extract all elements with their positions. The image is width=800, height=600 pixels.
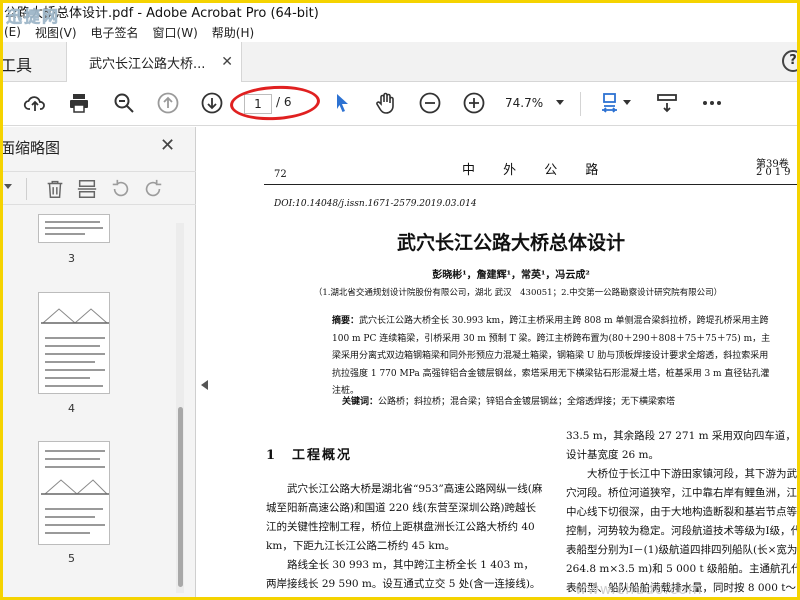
- pdf-page: 72 中 外 公 路 第39卷 2019 DOI:10.14048/j.issn…: [212, 127, 800, 600]
- thumbnail-label: 3: [68, 252, 75, 265]
- tab-tools[interactable]: 工具: [0, 52, 32, 76]
- page-fit-icon[interactable]: [598, 90, 624, 116]
- more-options-icon[interactable]: [699, 90, 725, 116]
- abstract-text: 武穴长江公路大桥全长 30.993 km，跨江主桥采用主跨 808 m 单侧混合…: [332, 316, 771, 396]
- scrollbar-thumb[interactable]: [178, 407, 183, 587]
- chevron-down-icon[interactable]: [556, 100, 564, 105]
- right-column: 33.5 m，其余路段 27 271 m 采用双向四车道，设计基宽度 26 m。…: [566, 427, 800, 600]
- previous-page-icon[interactable]: [155, 90, 181, 116]
- thumbnail-panel: 面缩略图 ✕ 3 4 5: [0, 127, 196, 600]
- rotate-left-icon[interactable]: [110, 178, 132, 200]
- panel-toolbar: [0, 171, 196, 205]
- cloud-upload-icon[interactable]: [22, 90, 48, 116]
- journal-name: 中 外 公 路: [462, 163, 611, 178]
- tab-bar: 工具 武穴长江公路大桥... ✕: [0, 42, 800, 82]
- document-view: 72 中 外 公 路 第39卷 2019 DOI:10.14048/j.issn…: [212, 127, 800, 600]
- title-bar: 公路大桥总体设计.pdf - Adobe Acrobat Pro (64-bit…: [0, 0, 800, 26]
- menu-help[interactable]: 帮助(H): [212, 24, 254, 41]
- select-cursor-icon[interactable]: [329, 90, 355, 116]
- chevron-down-icon[interactable]: [623, 100, 631, 105]
- paper-affiliation: （1.湖北省交通规划设计院股份有限公司，湖北 武汉 430051；2.中交第一公…: [313, 288, 723, 298]
- menu-bar: (E) 视图(V) 电子签名 窗口(W) 帮助(H): [0, 22, 800, 42]
- section-heading: 1 工程概况: [266, 448, 353, 463]
- page-thumbnail[interactable]: [38, 214, 110, 243]
- keywords: 关键词：公路桥；斜拉桥；混合梁；锌铝合金镀层钢丝；全熔透焊接；无下横梁索塔: [342, 394, 675, 407]
- zoom-level[interactable]: 74.7%: [505, 96, 543, 110]
- rotate-right-icon[interactable]: [142, 178, 164, 200]
- left-column: 武穴长江公路大桥是湖北省“953”高速公路网纵一线(麻城至阳新高速公路)和国道 …: [266, 480, 544, 594]
- page-header-number: 72: [274, 169, 287, 180]
- close-icon[interactable]: ✕: [221, 54, 233, 70]
- help-icon[interactable]: ?: [782, 50, 800, 72]
- next-page-icon[interactable]: [199, 90, 225, 116]
- scroll-mode-icon[interactable]: [654, 90, 680, 116]
- paragraph: 33.5 m，其余路段 27 271 m 采用双向四车道，设计基宽度 26 m。: [566, 430, 796, 461]
- toolbar: 1 / 6 74.7%: [0, 82, 800, 126]
- header-rule: [264, 184, 800, 185]
- paragraph: 武穴长江公路大桥是湖北省“953”高速公路网纵一线(麻城至阳新高速公路)和国道 …: [266, 483, 543, 552]
- journal-year: 2019: [756, 167, 794, 178]
- panel-title: 面缩略图: [0, 139, 61, 157]
- tab-document[interactable]: 武穴长江公路大桥... ✕: [66, 42, 242, 82]
- paragraph: 大桥位于长江中下游田家镇河段，其下游为武穴河段。桥位河道狭窄，江中靠右岸有鲤鱼洲…: [566, 468, 800, 594]
- close-icon[interactable]: ✕: [160, 135, 175, 156]
- keywords-label: 关键词：: [342, 397, 379, 407]
- insert-page-icon[interactable]: [76, 178, 98, 200]
- paper-authors: 彭晓彬¹，詹建辉¹，常英¹，冯云成²: [432, 270, 590, 281]
- paragraph: 路线全长 30 993 m，其中跨江主桥全长 1 403 m，两岸接线长 29 …: [266, 559, 541, 590]
- page-thumbnail[interactable]: [38, 441, 110, 545]
- highlight-oval: [229, 83, 321, 123]
- abstract-label: 摘要：: [332, 316, 360, 326]
- page-thumbnail[interactable]: [38, 292, 110, 394]
- collapse-panel-icon[interactable]: [201, 380, 208, 390]
- menu-e-sign[interactable]: 电子签名: [91, 24, 139, 41]
- paper-title: 武穴长江公路大桥总体设计: [396, 232, 625, 254]
- thumbnail-label: 5: [68, 552, 75, 565]
- menu-view[interactable]: 视图(V): [35, 24, 77, 41]
- zoom-search-icon[interactable]: [111, 90, 137, 116]
- keywords-text: 公路桥；斜拉桥；混合梁；锌铝合金镀层钢丝；全熔透焊接；无下横梁索塔: [378, 397, 676, 407]
- menu-window[interactable]: 窗口(W): [153, 24, 198, 41]
- hand-tool-icon[interactable]: [373, 90, 399, 116]
- abstract: 摘要：武穴长江公路大桥全长 30.993 km，跨江主桥采用主跨 808 m 单…: [332, 313, 772, 401]
- doi: DOI:10.14048/j.issn.1671-2579.2019.03.01…: [274, 199, 477, 209]
- print-icon[interactable]: [66, 90, 92, 116]
- tab-document-label: 武穴长江公路大桥...: [89, 56, 206, 72]
- thumbnail-label: 4: [68, 402, 75, 415]
- zoom-in-icon[interactable]: [461, 90, 487, 116]
- chevron-down-icon[interactable]: [4, 184, 12, 189]
- menu-edit[interactable]: (E): [4, 25, 21, 39]
- trash-icon[interactable]: [44, 178, 66, 200]
- zoom-out-icon[interactable]: [417, 90, 443, 116]
- toolbar-divider: [580, 92, 581, 116]
- site-watermark: www.chudo.com: [575, 582, 703, 598]
